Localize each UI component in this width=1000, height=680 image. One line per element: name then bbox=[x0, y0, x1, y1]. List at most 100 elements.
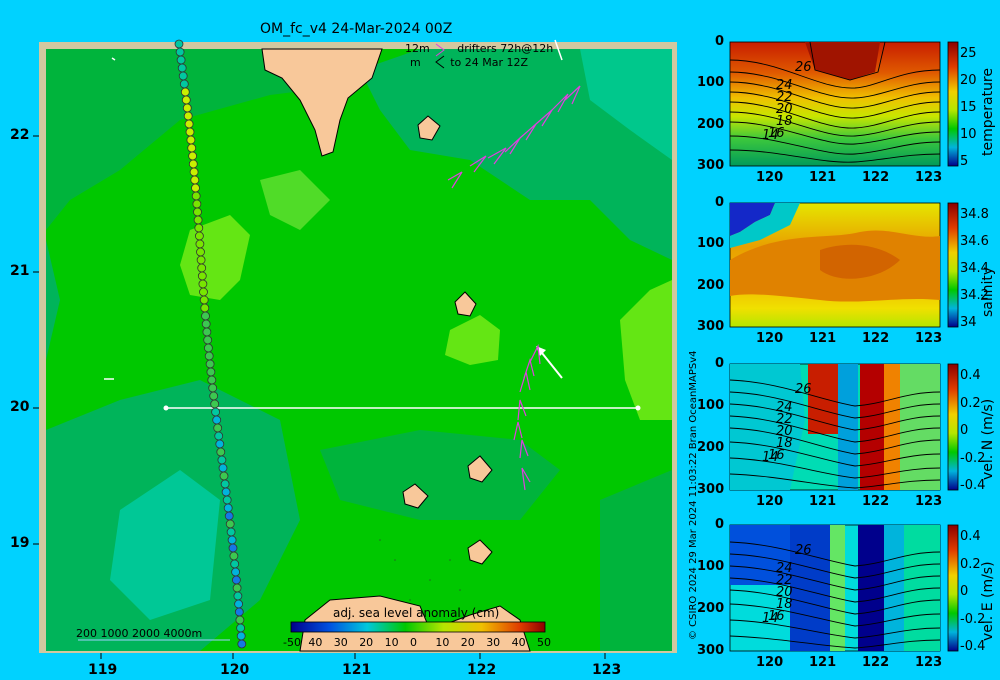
drifter-station bbox=[227, 535, 237, 545]
credit-text: © CSIRO 2024 29 Mar 2024 11:03:22 Bran O… bbox=[688, 350, 699, 640]
panel-depth-tick: 300 bbox=[697, 158, 725, 173]
drifter-station bbox=[196, 255, 206, 265]
panel-colorbar-tick: 34 bbox=[960, 315, 977, 330]
colorbar-tick-label: 30 bbox=[486, 636, 501, 649]
legend-line-2: m to 24 Mar 12Z bbox=[410, 56, 528, 69]
panel-depth-tick: 200 bbox=[697, 440, 725, 455]
drifter-station bbox=[231, 575, 241, 585]
drifter-station bbox=[232, 583, 242, 593]
drifter-station bbox=[233, 591, 243, 601]
drifter-station bbox=[185, 127, 195, 137]
panel-colorbar-tick: 0 bbox=[960, 584, 969, 599]
colorbar-tick-label: 0 bbox=[410, 636, 417, 649]
depth-legend: 200 1000 2000 4000m bbox=[76, 627, 203, 640]
drifter-station bbox=[194, 231, 204, 241]
panel-depth-tick: 100 bbox=[697, 75, 725, 91]
drifter-station bbox=[174, 39, 184, 49]
drifter-station bbox=[201, 319, 211, 329]
panel-colorbar-tick: 15 bbox=[960, 100, 977, 115]
panel-colorbar-tick: 0.2 bbox=[960, 556, 981, 572]
drifter-station bbox=[183, 111, 193, 121]
panel-colorbar-tick: 0.4 bbox=[960, 529, 981, 544]
drifter-station bbox=[188, 151, 198, 161]
contour-label: 26 bbox=[795, 543, 812, 558]
legend-depth-1: 12m bbox=[405, 42, 430, 55]
panel-variable-label: salinity bbox=[980, 266, 996, 317]
drifter-station bbox=[203, 343, 213, 353]
x-tick-label: 121 bbox=[342, 662, 372, 678]
panel-lon-tick: 121 bbox=[809, 170, 837, 185]
panel-lon-tick: 123 bbox=[915, 331, 943, 346]
y-tick-label: 19 bbox=[10, 535, 30, 551]
drifter-station bbox=[203, 335, 213, 345]
colorbar-tick-label: 10 bbox=[384, 636, 399, 649]
drifter-station bbox=[197, 263, 207, 273]
drifter-station bbox=[205, 359, 215, 369]
colorbar-tick-label: -50 bbox=[283, 636, 301, 649]
sla-colorbar bbox=[290, 621, 546, 633]
contour-label: 14 bbox=[762, 450, 779, 465]
panel-colorbar-tick: 10 bbox=[960, 127, 977, 142]
drifter-station bbox=[211, 407, 221, 417]
vel-e-panel bbox=[729, 524, 959, 652]
drifter-station bbox=[199, 295, 209, 305]
drifter-station bbox=[179, 79, 189, 89]
drifter-station bbox=[237, 639, 247, 649]
drifter-station bbox=[177, 63, 187, 73]
contour-label: 26 bbox=[795, 382, 812, 397]
y-tick-label: 22 bbox=[10, 127, 30, 143]
colorbar-tick-label: 20 bbox=[359, 636, 374, 649]
drifter-station bbox=[234, 599, 244, 609]
colorbar-tick-label: 50 bbox=[537, 636, 551, 649]
panel-colorbar-tick: 34.8 bbox=[960, 207, 989, 222]
drifter-station bbox=[191, 183, 200, 193]
drifter-station bbox=[198, 279, 208, 289]
panel-lon-tick: 120 bbox=[756, 331, 784, 346]
panel-lon-tick: 120 bbox=[756, 655, 784, 670]
drifter-station bbox=[206, 367, 216, 377]
panel-depth-tick: 0 bbox=[715, 356, 725, 371]
legend-time-text: to 24 Mar 12Z bbox=[450, 56, 529, 69]
panel-lon-tick: 123 bbox=[915, 170, 943, 185]
panel-lon-tick: 120 bbox=[756, 494, 784, 509]
panel-lon-tick: 122 bbox=[862, 170, 890, 185]
panel-colorbar-tick: 5 bbox=[960, 154, 969, 169]
figure-canvas bbox=[33, 39, 959, 659]
map-panel bbox=[39, 39, 677, 653]
panel-depth-tick: 300 bbox=[697, 482, 725, 497]
drifter-station bbox=[182, 103, 192, 113]
contour-label: 26 bbox=[795, 60, 812, 75]
x-tick-label: 119 bbox=[88, 662, 118, 678]
drifter-station bbox=[178, 71, 188, 81]
panel-colorbar-tick: -0.4 bbox=[960, 639, 986, 654]
y-tick-label: 20 bbox=[10, 399, 30, 415]
drifter-station bbox=[230, 559, 240, 569]
panel-depth-tick: 300 bbox=[697, 643, 725, 658]
y-tick-label: 21 bbox=[10, 263, 30, 279]
panel-depth-tick: 300 bbox=[697, 319, 725, 334]
drifter-station bbox=[218, 463, 228, 473]
panel-depth-tick: 200 bbox=[697, 277, 725, 293]
panel-colorbar-tick: -0.4 bbox=[960, 478, 986, 493]
drifter-station bbox=[231, 567, 241, 577]
legend-drifter-text: drifters 72h@12h bbox=[457, 42, 554, 55]
drifter-station bbox=[216, 447, 226, 457]
panel-lon-tick: 120 bbox=[756, 170, 784, 185]
drifter-station bbox=[193, 207, 202, 217]
panel-depth-tick: 0 bbox=[715, 195, 725, 210]
drifter-station bbox=[201, 311, 210, 321]
drifter-station bbox=[194, 223, 204, 233]
drifter-station bbox=[190, 175, 200, 185]
panel-depth-tick: 200 bbox=[697, 116, 725, 132]
drifter-station bbox=[221, 487, 231, 497]
vel-n-panel bbox=[729, 363, 959, 491]
panel-lon-tick: 121 bbox=[809, 494, 837, 509]
drifter-station bbox=[193, 215, 203, 225]
drifter-station bbox=[213, 423, 223, 433]
drifter-station bbox=[219, 471, 229, 481]
drifter-station bbox=[225, 519, 235, 529]
drifter-station bbox=[215, 439, 225, 449]
colorbar-tick-label: 20 bbox=[460, 636, 475, 649]
panel-depth-tick: 100 bbox=[697, 559, 725, 574]
colorbar-tick-label: 10 bbox=[435, 636, 450, 649]
